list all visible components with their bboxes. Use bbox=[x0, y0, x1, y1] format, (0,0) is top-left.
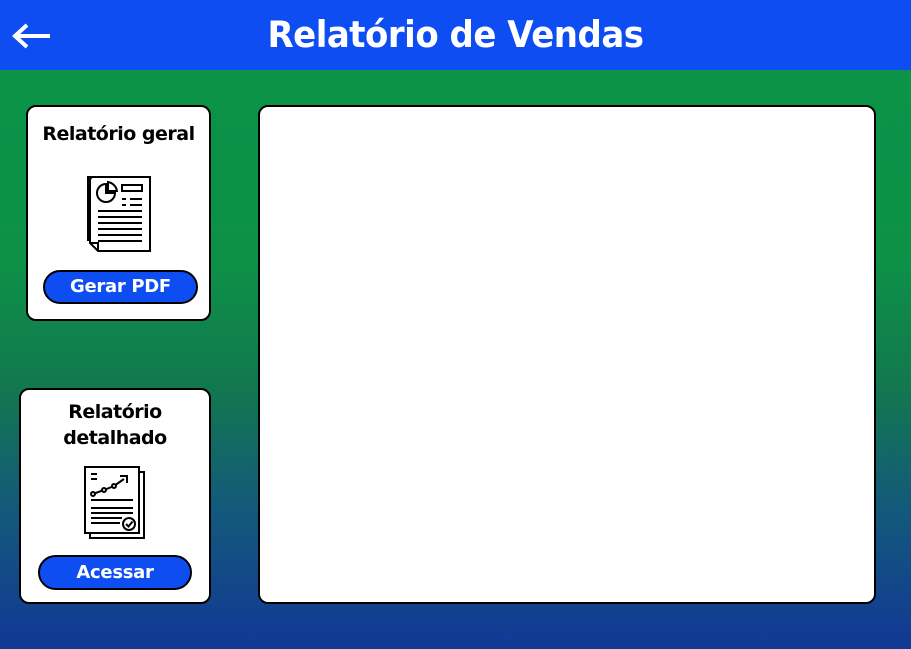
detailed-report-title-line1: Relatório bbox=[68, 401, 162, 423]
generate-pdf-button[interactable]: Gerar PDF bbox=[43, 270, 198, 304]
general-report-title: Relatório geral bbox=[42, 123, 195, 145]
report-page: Relatório de Vendas Relatório geral Gera… bbox=[0, 0, 911, 649]
general-report-card: Relatório geral Gerar PDF bbox=[26, 105, 211, 321]
report-document-icon bbox=[84, 173, 152, 255]
analytics-report-icon bbox=[82, 464, 148, 542]
report-display-panel bbox=[258, 105, 876, 604]
detailed-report-title-line2: detalhado bbox=[63, 427, 167, 449]
header-bar: Relatório de Vendas bbox=[0, 0, 911, 70]
detailed-report-title: Relatório detalhado bbox=[21, 399, 209, 451]
access-button[interactable]: Acessar bbox=[38, 555, 192, 590]
page-title: Relatório de Vendas bbox=[267, 13, 644, 57]
detailed-report-card: Relatório detalhado Acessar bbox=[19, 388, 211, 604]
